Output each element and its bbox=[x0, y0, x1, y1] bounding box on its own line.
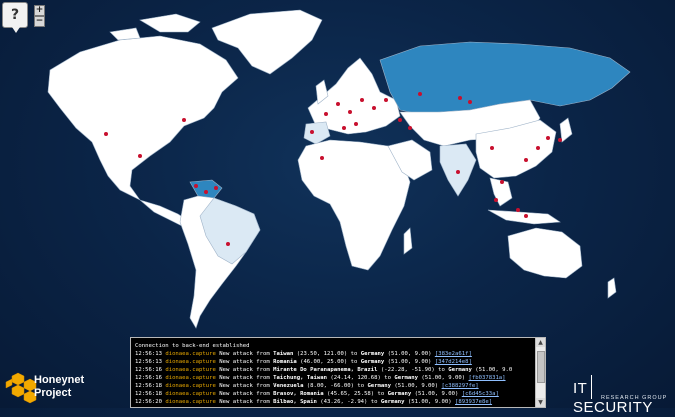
land-madagascar bbox=[403, 227, 413, 255]
land-indonesia bbox=[487, 209, 561, 225]
attack-dot bbox=[104, 132, 108, 136]
console-header: Connection to back-end established bbox=[135, 343, 250, 349]
console-line: 12:56:16 dionaea.capture New attack from… bbox=[135, 375, 506, 381]
land-africa bbox=[297, 139, 411, 271]
help-button[interactable]: ? bbox=[2, 2, 28, 33]
it-security-logo: ITSECURITY RESEARCH GROUP bbox=[573, 375, 675, 417]
zoom-in-button[interactable]: + bbox=[34, 5, 45, 16]
attack-dot bbox=[226, 242, 230, 246]
attack-dot bbox=[490, 146, 494, 150]
attack-id-link[interactable]: [383e2a61f] bbox=[435, 351, 472, 357]
attack-dot bbox=[456, 170, 460, 174]
console-line: 12:56:13 dionaea.capture New attack from… bbox=[135, 351, 472, 357]
attack-dot bbox=[524, 214, 528, 218]
honeynet-wordmark: Honeynet Project bbox=[34, 374, 84, 400]
scroll-thumb[interactable] bbox=[537, 351, 545, 383]
attack-dot bbox=[516, 208, 520, 212]
scroll-up-arrow-icon[interactable]: ▲ bbox=[536, 338, 545, 347]
attack-dot bbox=[546, 136, 550, 140]
attack-dot bbox=[354, 122, 358, 126]
scroll-down-arrow-icon[interactable]: ▼ bbox=[536, 398, 545, 407]
console-line: 12:56:18 dionaea.capture New attack from… bbox=[135, 383, 479, 389]
land-japan bbox=[559, 117, 573, 143]
attack-id-link[interactable]: [fb037831a] bbox=[469, 375, 506, 381]
attack-dot bbox=[536, 146, 540, 150]
land-australia bbox=[507, 227, 583, 279]
attack-dot bbox=[194, 184, 198, 188]
attack-dot bbox=[320, 156, 324, 160]
console-line: 12:56:13 dionaea.capture New attack from… bbox=[135, 359, 472, 365]
attack-dot bbox=[494, 198, 498, 202]
land-new-zealand bbox=[607, 277, 617, 299]
honeynet-line1: Honeynet bbox=[34, 374, 85, 386]
attack-dot bbox=[558, 138, 562, 142]
attack-dot bbox=[398, 118, 402, 122]
land-arctic-islands bbox=[109, 13, 201, 41]
attack-dot bbox=[468, 100, 472, 104]
attack-dot bbox=[214, 186, 218, 190]
its-subtitle: RESEARCH GROUP bbox=[601, 395, 668, 401]
land-north-america bbox=[47, 35, 239, 201]
attack-dot bbox=[458, 96, 462, 100]
attack-dot bbox=[204, 190, 208, 194]
attack-id-link[interactable]: [347d214e8] bbox=[435, 359, 472, 365]
honeycomb-icon bbox=[5, 372, 37, 404]
attack-dot bbox=[182, 118, 186, 122]
zoom-out-button[interactable]: − bbox=[34, 16, 45, 27]
attack-id-link[interactable]: [c6d45c33a] bbox=[462, 391, 499, 397]
attack-dot bbox=[310, 130, 314, 134]
attack-dot bbox=[500, 180, 504, 184]
console-line: 12:56:18 dionaea.capture New attack from… bbox=[135, 391, 499, 397]
attack-dot bbox=[524, 158, 528, 162]
attack-dot bbox=[372, 106, 376, 110]
honeynet-line2: Project bbox=[34, 387, 72, 399]
console-lines: Connection to back-end established 12:56… bbox=[135, 342, 533, 406]
its-divider bbox=[591, 375, 593, 399]
attack-id-link[interactable]: [c388297fe] bbox=[442, 383, 479, 389]
attack-dot bbox=[408, 126, 412, 130]
attack-dot bbox=[342, 126, 346, 130]
attack-dot bbox=[360, 98, 364, 102]
attack-dot bbox=[348, 110, 352, 114]
attack-dot bbox=[384, 98, 388, 102]
console-line: 12:56:16 dionaea.capture New attack from… bbox=[135, 367, 513, 373]
attack-dot bbox=[138, 154, 142, 158]
console-scrollbar[interactable]: ▲ ▼ bbox=[535, 338, 545, 407]
attack-dot bbox=[324, 112, 328, 116]
event-console[interactable]: Connection to back-end established 12:56… bbox=[130, 337, 546, 408]
attack-dot bbox=[418, 92, 422, 96]
attack-id-link[interactable]: [893937e8e] bbox=[455, 399, 492, 405]
attack-dot bbox=[336, 102, 340, 106]
console-line: 12:56:20 dionaea.capture New attack from… bbox=[135, 399, 493, 405]
world-map[interactable] bbox=[0, 0, 675, 340]
its-main-text: IT bbox=[573, 380, 588, 397]
